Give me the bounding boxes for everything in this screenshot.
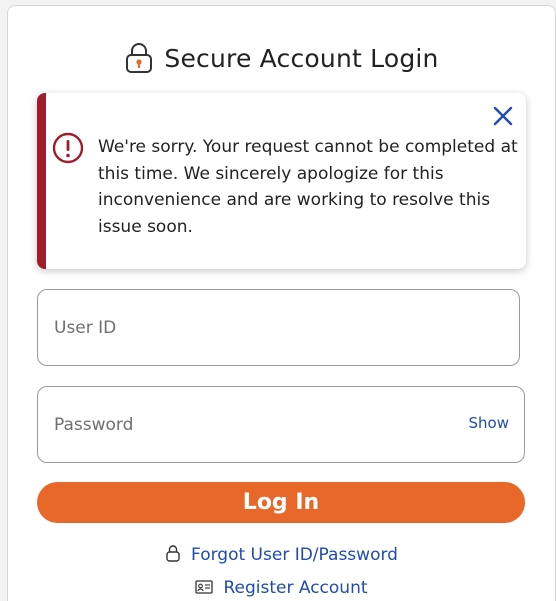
register-account-label[interactable]: Register Account	[223, 578, 367, 598]
show-password-button[interactable]: Show	[469, 414, 509, 432]
login-button[interactable]: Log In	[37, 482, 525, 523]
alert-message: We're sorry. Your request cannot be comp…	[98, 137, 518, 237]
login-card: Secure Account Login We're sorry. Your r…	[7, 5, 556, 601]
login-header: Secure Account Login	[8, 36, 555, 80]
password-input[interactable]	[54, 387, 434, 462]
user-id-field[interactable]	[37, 289, 520, 366]
forgot-credentials-label[interactable]: Forgot User ID/Password	[191, 545, 398, 565]
page-title: Secure Account Login	[164, 43, 439, 73]
error-circle-icon	[52, 132, 84, 168]
password-field[interactable]: Show	[37, 386, 525, 463]
register-account-link[interactable]: Register Account	[8, 576, 555, 600]
error-alert: We're sorry. Your request cannot be comp…	[37, 93, 526, 269]
id-card-icon	[195, 579, 214, 598]
lock-icon	[165, 544, 181, 566]
close-icon[interactable]	[492, 105, 514, 127]
padlock-icon	[124, 42, 154, 74]
user-id-input[interactable]	[54, 290, 434, 365]
forgot-credentials-link[interactable]: Forgot User ID/Password	[8, 543, 555, 567]
